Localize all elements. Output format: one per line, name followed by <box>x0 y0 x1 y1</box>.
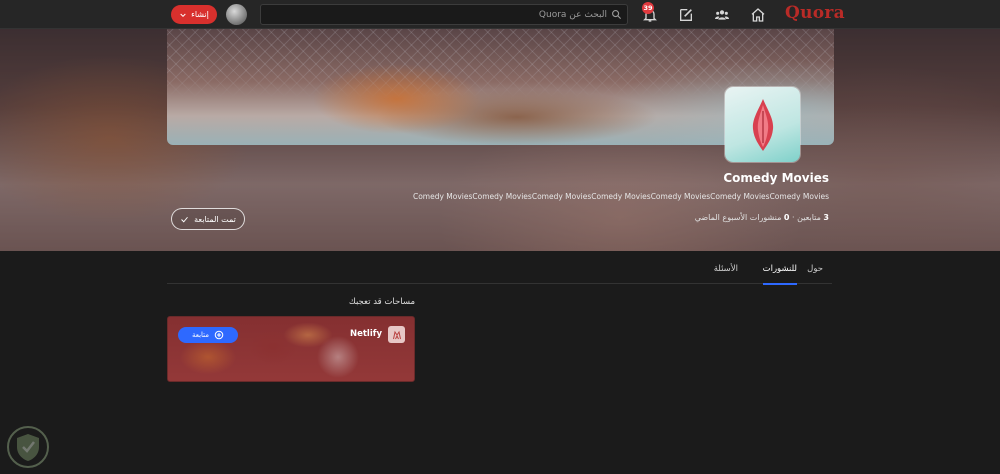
search-input[interactable] <box>287 5 607 24</box>
suggested-space-card[interactable]: Netlify متابعة <box>167 316 415 382</box>
tab-questions[interactable]: الأسئلة <box>714 264 738 283</box>
users-icon[interactable] <box>712 5 731 24</box>
following-button[interactable]: تمت المتابعة <box>171 208 245 230</box>
create-button-label: إنشاء <box>191 10 209 19</box>
suggested-spaces-title: مساحات قد تعجبك <box>348 297 415 307</box>
top-navigation-bar: Quora 39 إنشاء <box>0 0 1000 29</box>
home-icon[interactable] <box>748 5 767 24</box>
stats-separator: · <box>792 213 795 222</box>
plus-circle-icon <box>214 330 224 340</box>
follow-space-button-label: متابعة <box>191 331 210 339</box>
suggested-space-name[interactable]: Netlify <box>350 329 382 339</box>
quora-logo[interactable]: Quora <box>785 3 845 23</box>
following-button-label: تمت المتابعة <box>194 214 236 224</box>
followers-label[interactable]: متابعين <box>797 213 821 222</box>
edit-icon[interactable] <box>676 5 695 24</box>
search-icon <box>612 10 622 20</box>
space-stats: 3 متابعين · 0 منشورات الأسبوع الماضي <box>695 213 829 222</box>
space-title: Comedy Movies <box>723 171 829 185</box>
follow-space-button[interactable]: متابعة <box>178 327 238 343</box>
space-header: Comedy Movies Comedy MoviesComedy Movies… <box>0 29 1000 251</box>
chevron-down-icon <box>180 13 186 17</box>
space-tabs: حول للنشورات الأسئلة <box>167 252 832 285</box>
avatar[interactable] <box>226 4 247 25</box>
check-icon <box>181 216 188 222</box>
notification-badge: 39 <box>642 2 654 14</box>
shield-watermark-icon <box>7 426 49 468</box>
tab-about[interactable]: حول <box>807 264 823 283</box>
weekly-posts-count: 0 <box>783 213 790 222</box>
netlify-space-icon <box>388 326 405 343</box>
weekly-posts-label: منشورات الأسبوع الماضي <box>694 213 782 222</box>
search-box[interactable] <box>260 4 628 25</box>
tab-posts[interactable]: للنشورات <box>762 264 797 285</box>
followers-count: 3 <box>823 213 829 222</box>
space-icon <box>725 87 800 162</box>
space-logo-icon <box>752 98 773 151</box>
space-description: Comedy MoviesComedy MoviesComedy MoviesC… <box>412 192 829 201</box>
create-button[interactable]: إنشاء <box>171 5 217 24</box>
